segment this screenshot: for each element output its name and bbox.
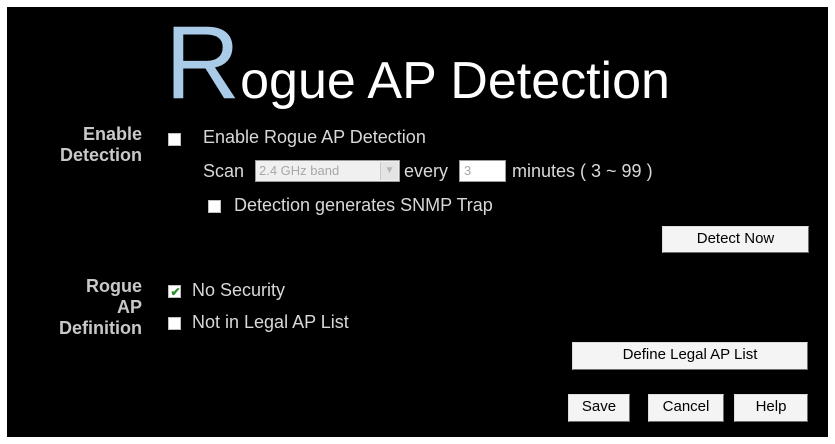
- snmp-trap-checkbox[interactable]: [208, 200, 221, 213]
- rogue-ap-definition-section-label: Rogue AP Definition: [27, 276, 142, 339]
- page-title-initial: R: [165, 5, 241, 121]
- section-label-line: Rogue: [86, 276, 142, 296]
- checkmark-icon: ✔: [170, 285, 181, 299]
- no-security-checkbox[interactable]: ✔: [168, 285, 181, 298]
- chevron-down-icon: ▼: [380, 162, 398, 180]
- band-select-value: 2.4 GHz band: [259, 163, 340, 178]
- snmp-trap-label: Detection generates SNMP Trap: [234, 195, 493, 215]
- band-select[interactable]: 2.4 GHz band ▼: [255, 160, 400, 182]
- save-button[interactable]: Save: [568, 394, 630, 422]
- help-button[interactable]: Help: [734, 394, 808, 422]
- scan-interval-value: 3: [464, 163, 472, 178]
- page-title-text: ogue AP Detection: [240, 52, 670, 110]
- no-security-label: No Security: [192, 280, 286, 300]
- section-label-line: Definition: [59, 318, 142, 338]
- enable-rogue-detection-checkbox[interactable]: [168, 133, 181, 146]
- minutes-range-label: minutes ( 3 ~ 99 ): [512, 161, 653, 181]
- scan-label: Scan: [203, 161, 245, 181]
- not-in-legal-ap-list-checkbox[interactable]: [168, 317, 181, 330]
- not-in-legal-ap-list-label: Not in Legal AP List: [192, 312, 349, 332]
- section-label-line: AP: [116, 297, 142, 317]
- detect-now-button[interactable]: Detect Now: [662, 226, 809, 253]
- section-label-line: Enable: [82, 124, 142, 144]
- every-label: every: [404, 161, 449, 181]
- define-legal-ap-list-button[interactable]: Define Legal AP List: [572, 342, 808, 370]
- enable-detection-section-label: Enable Detection: [27, 124, 142, 166]
- scan-interval-input[interactable]: 3: [459, 160, 506, 182]
- page-title: Rogue AP Detection: [7, 11, 828, 121]
- cancel-button[interactable]: Cancel: [648, 394, 724, 422]
- section-label-line: Detection: [59, 145, 142, 165]
- settings-panel: Rogue AP Detection Enable Detection Enab…: [7, 7, 828, 437]
- enable-rogue-detection-label: Enable Rogue AP Detection: [203, 127, 426, 147]
